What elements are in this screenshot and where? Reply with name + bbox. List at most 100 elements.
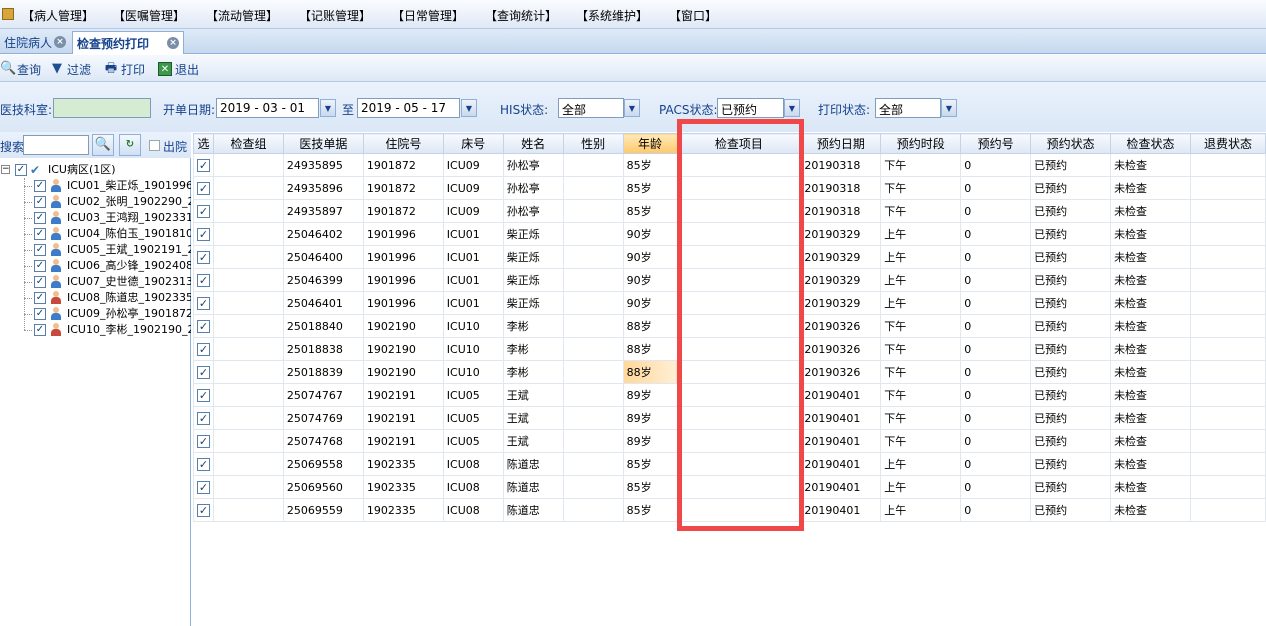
row-select[interactable]: ✓: [193, 245, 214, 269]
search-button[interactable]: 🔍: [92, 134, 114, 156]
checkbox-checked[interactable]: ✓: [34, 244, 46, 256]
row-select[interactable]: ✓: [193, 383, 214, 407]
checkbox-checked[interactable]: ✓: [196, 411, 210, 425]
checkbox-checked[interactable]: ✓: [196, 342, 210, 356]
close-icon[interactable]: ×: [167, 37, 179, 49]
his-select[interactable]: 全部: [558, 98, 624, 118]
tree-patient[interactable]: ✓ ICU04_陈伯玉_1901810_: [0, 226, 191, 242]
column-header[interactable]: 检查组: [212, 133, 284, 154]
checkbox-checked[interactable]: ✓: [196, 296, 210, 310]
tree-patient[interactable]: ✓ ICU08_陈道忠_1902335_: [0, 290, 191, 306]
print-button[interactable]: 🖶 打印: [104, 60, 145, 78]
checkbox-checked[interactable]: ✓: [196, 480, 210, 494]
row-select[interactable]: ✓: [193, 268, 214, 292]
checkbox-checked[interactable]: ✓: [196, 319, 210, 333]
dept-field[interactable]: [53, 98, 151, 118]
column-header[interactable]: 退费状态: [1189, 133, 1266, 154]
row-select[interactable]: ✓: [193, 337, 214, 361]
chevron-down-icon[interactable]: ▼: [461, 99, 477, 117]
column-header[interactable]: 预约时段: [880, 133, 962, 154]
row-select[interactable]: ✓: [193, 176, 214, 200]
row-select[interactable]: ✓: [193, 153, 214, 177]
row-select[interactable]: ✓: [193, 291, 214, 315]
checkbox-checked[interactable]: ✓: [196, 204, 210, 218]
row-select[interactable]: ✓: [193, 406, 214, 430]
row-select[interactable]: ✓: [193, 314, 214, 338]
row-select[interactable]: ✓: [193, 475, 214, 499]
tree-patient[interactable]: ✓ ICU03_王鸿翔_1902331_: [0, 210, 191, 226]
row-select[interactable]: ✓: [193, 498, 214, 522]
menu-window[interactable]: 【窗口】: [669, 7, 717, 24]
checkbox-checked[interactable]: ✓: [15, 164, 27, 176]
column-header[interactable]: 床号: [442, 133, 504, 154]
query-button[interactable]: 🔍 查询: [0, 60, 41, 78]
checkbox-checked[interactable]: ✓: [196, 388, 210, 402]
column-header[interactable]: 预约状态: [1030, 133, 1112, 154]
checkbox-checked[interactable]: ✓: [196, 158, 210, 172]
column-header[interactable]: 姓名: [502, 133, 564, 154]
checkbox-checked[interactable]: ✓: [34, 324, 46, 336]
date-from-field[interactable]: 2019 - 03 - 01: [216, 98, 319, 118]
checkbox-checked[interactable]: ✓: [196, 227, 210, 241]
menu-patient[interactable]: 【病人管理】: [22, 7, 94, 24]
row-select[interactable]: ✓: [193, 429, 214, 453]
chevron-down-icon[interactable]: ▼: [941, 99, 957, 117]
chevron-down-icon[interactable]: ▼: [784, 99, 800, 117]
menu-daily[interactable]: 【日常管理】: [392, 7, 464, 24]
menu-billing[interactable]: 【记账管理】: [299, 7, 371, 24]
tree-ward[interactable]: − ✓ ✔ ICU病区(1区): [0, 162, 191, 178]
menu-query[interactable]: 【查询统计】: [485, 7, 557, 24]
row-select[interactable]: ✓: [193, 452, 214, 476]
discharge-checkbox[interactable]: [149, 140, 160, 151]
column-header[interactable]: 住院号: [362, 133, 444, 154]
print-status-select[interactable]: 全部: [875, 98, 941, 118]
chevron-down-icon[interactable]: ▼: [624, 99, 640, 117]
tree-patient[interactable]: ✓ ICU02_张明_1902290_20: [0, 194, 191, 210]
column-header[interactable]: 性别: [562, 133, 624, 154]
checkbox-checked[interactable]: ✓: [34, 292, 46, 304]
checkbox-checked[interactable]: ✓: [196, 273, 210, 287]
checkbox-checked[interactable]: ✓: [196, 457, 210, 471]
date-to-field[interactable]: 2019 - 05 - 17: [357, 98, 460, 118]
tree-patient[interactable]: ✓ ICU10_李彬_1902190_20: [0, 322, 191, 338]
tree-patient[interactable]: ✓ ICU07_史世德_1902313_: [0, 274, 191, 290]
close-icon[interactable]: ×: [54, 36, 66, 48]
checkbox-checked[interactable]: ✓: [34, 212, 46, 224]
row-select[interactable]: ✓: [193, 199, 214, 223]
collapse-icon[interactable]: −: [1, 165, 10, 174]
checkbox-checked[interactable]: ✓: [196, 503, 210, 517]
checkbox-checked[interactable]: ✓: [34, 228, 46, 240]
column-header[interactable]: 选: [193, 133, 214, 154]
column-header[interactable]: 预约号: [960, 133, 1032, 154]
column-header[interactable]: 预约日期: [800, 133, 882, 154]
checkbox-checked[interactable]: ✓: [34, 308, 46, 320]
row-select[interactable]: ✓: [193, 222, 214, 246]
checkbox-checked[interactable]: ✓: [196, 250, 210, 264]
search-input[interactable]: [23, 135, 89, 155]
column-header[interactable]: 年龄: [622, 133, 678, 154]
tab-inpatients[interactable]: 住院病人 ×: [0, 31, 70, 54]
checkbox-checked[interactable]: ✓: [34, 180, 46, 192]
menu-flow[interactable]: 【流动管理】: [206, 7, 278, 24]
checkbox-checked[interactable]: ✓: [196, 434, 210, 448]
tree-patient[interactable]: ✓ ICU01_柴正烁_1901996_: [0, 178, 191, 194]
exit-button[interactable]: ✕ 退出: [158, 60, 199, 78]
tree-patient[interactable]: ✓ ICU05_王斌_1902191_20: [0, 242, 191, 258]
pacs-select[interactable]: 已预约: [717, 98, 784, 118]
tree-patient[interactable]: ✓ ICU06_高少锋_1902408_: [0, 258, 191, 274]
row-select[interactable]: ✓: [193, 360, 214, 384]
menu-system[interactable]: 【系统维护】: [576, 7, 648, 24]
filter-button[interactable]: ▼ 过滤: [50, 60, 91, 78]
checkbox-checked[interactable]: ✓: [34, 276, 46, 288]
checkbox-checked[interactable]: ✓: [34, 196, 46, 208]
tree-patient[interactable]: ✓ ICU09_孙松亭_1901872_: [0, 306, 191, 322]
checkbox-checked[interactable]: ✓: [196, 181, 210, 195]
column-header[interactable]: 医技单据: [282, 133, 364, 154]
refresh-button[interactable]: ↻: [119, 134, 141, 156]
checkbox-checked[interactable]: ✓: [196, 365, 210, 379]
checkbox-checked[interactable]: ✓: [34, 260, 46, 272]
menu-orders[interactable]: 【医嘱管理】: [113, 7, 185, 24]
tab-exam-print[interactable]: 检查预约打印 ×: [72, 31, 184, 54]
chevron-down-icon[interactable]: ▼: [320, 99, 336, 117]
column-header[interactable]: 检查状态: [1110, 133, 1191, 154]
